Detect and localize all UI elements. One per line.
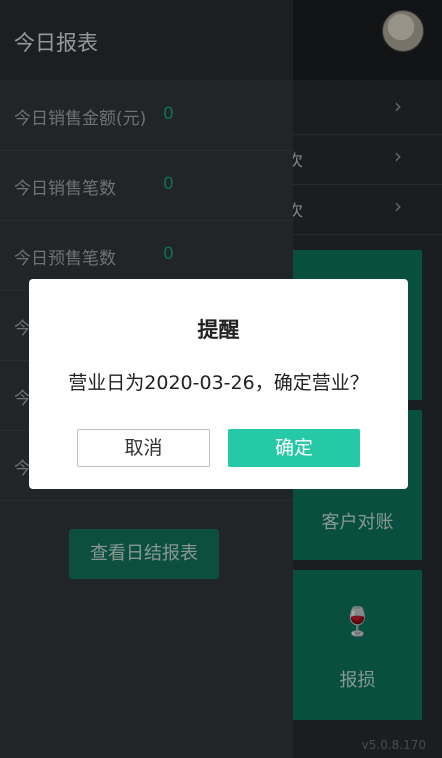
- confirm-button[interactable]: 确定: [228, 429, 360, 467]
- dialog-message: 营业日为2020-03-26，确定营业？: [68, 372, 369, 394]
- dialog-title: 提醒: [197, 318, 240, 342]
- cancel-button[interactable]: 取消: [77, 429, 210, 467]
- confirm-dialog: 提醒 营业日为2020-03-26，确定营业？ 取消 确定: [29, 279, 408, 489]
